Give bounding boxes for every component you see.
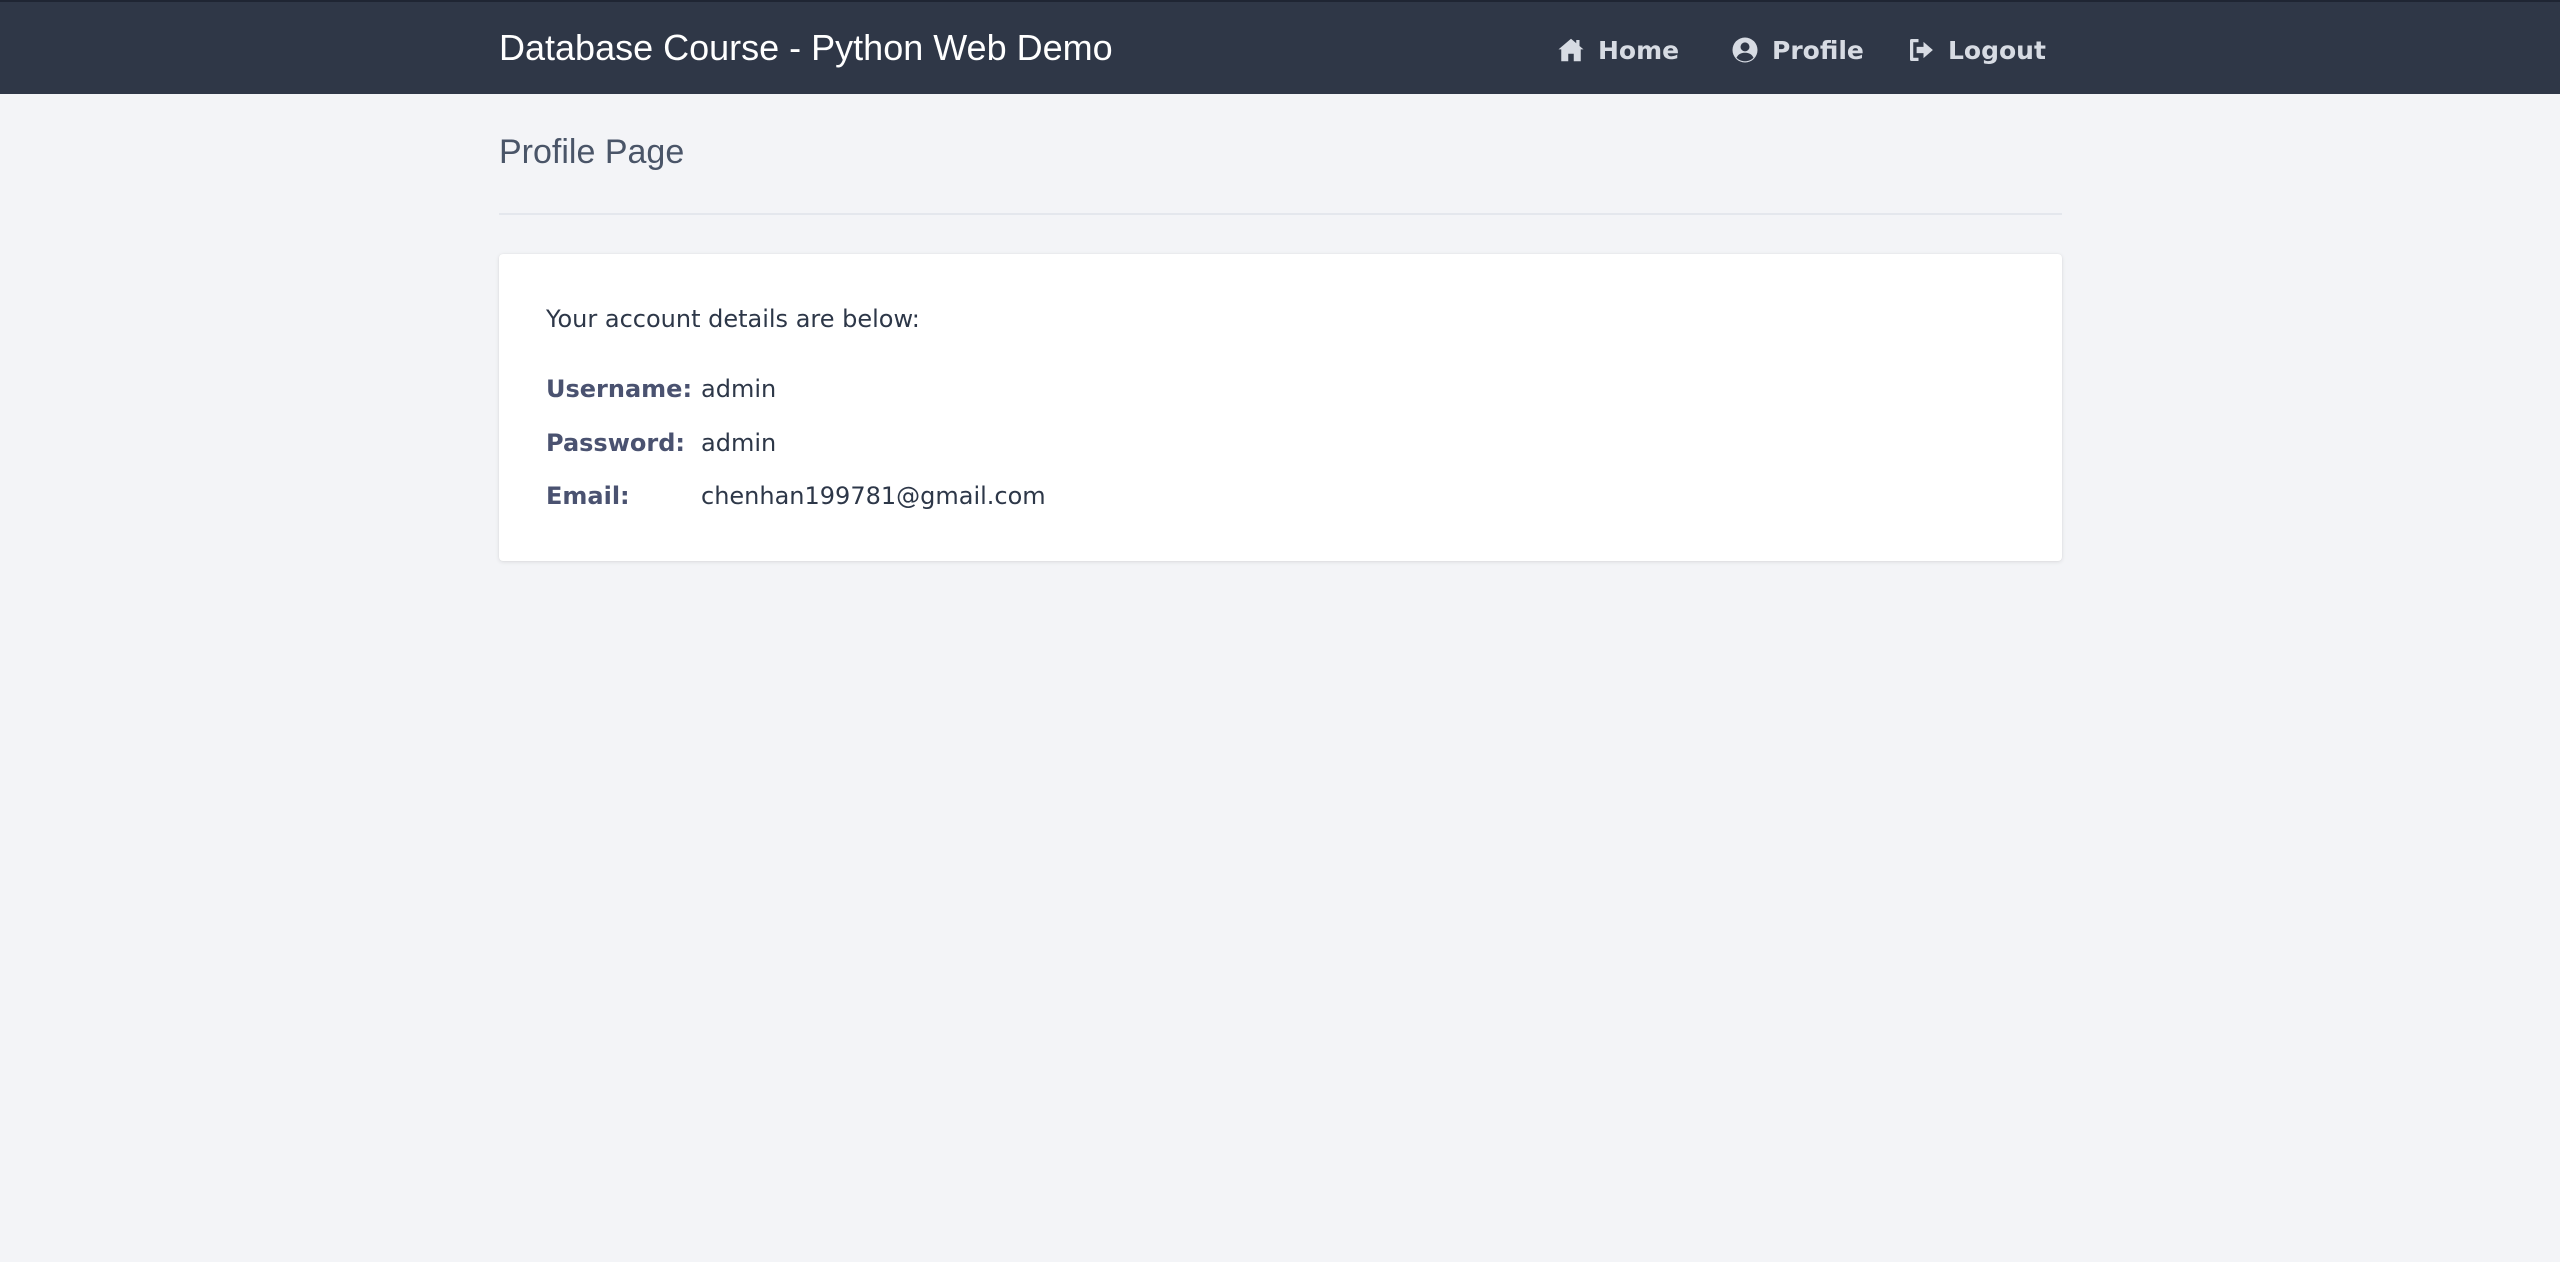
email-value: chenhan199781@gmail.com <box>701 482 1046 510</box>
logout-icon <box>1906 35 1936 65</box>
nav-home-link[interactable]: Home <box>1556 30 1679 70</box>
account-details-card: Your account details are below: Username… <box>499 254 2062 561</box>
top-navbar: Database Course - Python Web Demo Home P… <box>0 0 2560 94</box>
nav-profile-label: Profile <box>1772 35 1864 65</box>
account-intro-text: Your account details are below: <box>546 305 920 333</box>
password-row: Password: admin <box>546 426 776 460</box>
site-brand[interactable]: Database Course - Python Web Demo <box>499 26 1113 70</box>
password-label: Password: <box>546 429 685 457</box>
title-divider <box>499 213 2062 215</box>
email-label: Email: <box>546 482 630 510</box>
home-icon <box>1556 35 1586 65</box>
username-row: Username: admin <box>546 372 776 406</box>
nav-logout-label: Logout <box>1948 35 2046 65</box>
user-circle-icon <box>1730 35 1760 65</box>
username-label: Username: <box>546 375 693 403</box>
nav-profile-link[interactable]: Profile <box>1730 30 1864 70</box>
username-value: admin <box>701 375 777 403</box>
nav-home-label: Home <box>1598 35 1680 65</box>
page-title: Profile Page <box>499 133 685 171</box>
password-value: admin <box>701 429 777 457</box>
email-row: Email: chenhan199781@gmail.com <box>546 479 1046 513</box>
nav-logout-link[interactable]: Logout <box>1906 30 2046 70</box>
